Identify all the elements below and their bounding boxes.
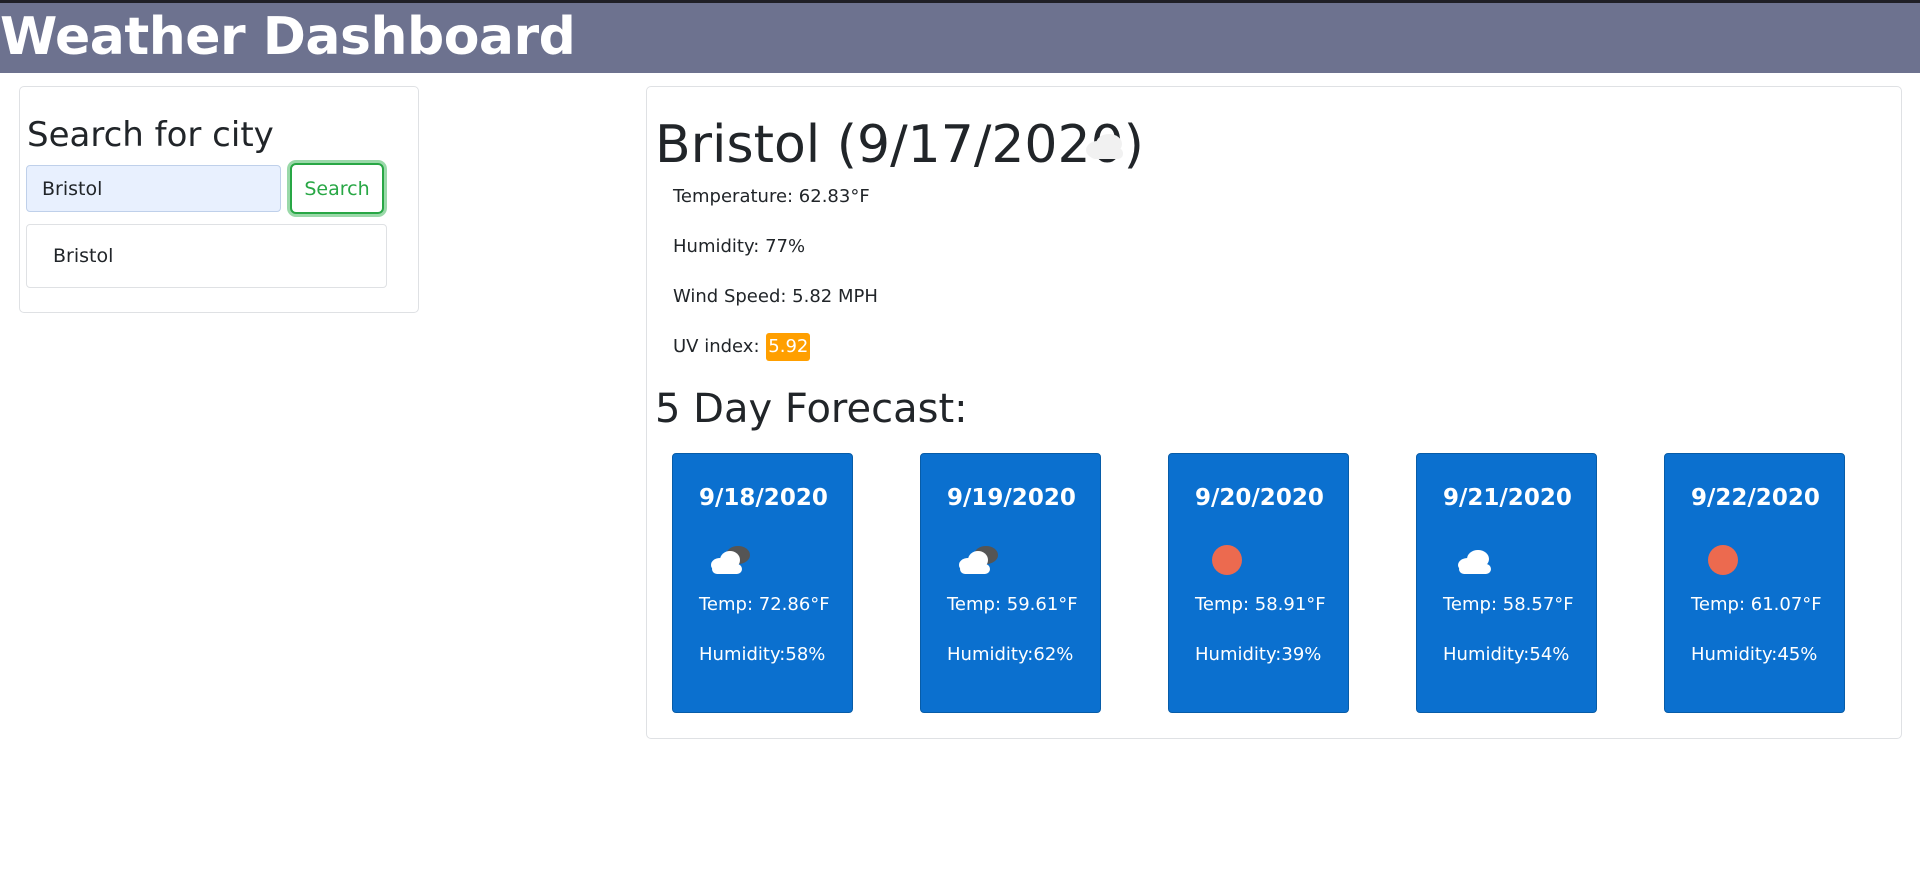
forecast-card: 9/19/2020 Temp: 59.61°F Humidity:62% bbox=[920, 453, 1101, 713]
city-search-input[interactable] bbox=[26, 165, 281, 212]
forecast-card: 9/18/2020 Temp: 72.86°F Humidity:58% bbox=[672, 453, 853, 713]
humidity-text: Humidity: 77% bbox=[673, 236, 806, 257]
sun-icon bbox=[1708, 545, 1738, 575]
forecast-temp: Temp: 59.61°F bbox=[947, 594, 1078, 615]
uv-index-row: UV index: 5.92 bbox=[673, 333, 811, 361]
temperature-text: Temperature: 62.83°F bbox=[673, 186, 870, 207]
cloud-icon bbox=[1086, 134, 1123, 159]
search-history-item[interactable]: Bristol bbox=[26, 224, 387, 288]
forecast-card: 9/20/2020 Temp: 58.91°F Humidity:39% bbox=[1168, 453, 1349, 713]
forecast-heading: 5 Day Forecast: bbox=[655, 386, 968, 432]
sun-icon bbox=[1212, 545, 1242, 575]
search-panel: Search for city Search Bristol bbox=[19, 86, 419, 313]
current-weather-panel: Bristol (9/17/2020) Temperature: 62.83°F… bbox=[646, 86, 1902, 739]
forecast-temp: Temp: 61.07°F bbox=[1691, 594, 1822, 615]
forecast-temp: Temp: 58.57°F bbox=[1443, 594, 1574, 615]
app-header: Weather Dashboard bbox=[0, 0, 1920, 73]
forecast-temp: Temp: 72.86°F bbox=[699, 594, 830, 615]
forecast-temp: Temp: 58.91°F bbox=[1195, 594, 1326, 615]
forecast-date: 9/21/2020 bbox=[1443, 485, 1572, 511]
forecast-humidity: Humidity:39% bbox=[1195, 644, 1322, 665]
search-heading: Search for city bbox=[27, 115, 274, 155]
search-button[interactable]: Search bbox=[290, 163, 384, 214]
uv-index-label: UV index: bbox=[673, 336, 760, 357]
uv-index-badge: 5.92 bbox=[766, 333, 811, 361]
forecast-date: 9/22/2020 bbox=[1691, 485, 1820, 511]
forecast-date: 9/20/2020 bbox=[1195, 485, 1324, 511]
wind-speed-text: Wind Speed: 5.82 MPH bbox=[673, 286, 878, 307]
partly-cloudy-icon bbox=[959, 546, 998, 574]
app-title: Weather Dashboard bbox=[0, 7, 576, 67]
forecast-card: 9/21/2020 Temp: 58.57°F Humidity:54% bbox=[1416, 453, 1597, 713]
forecast-humidity: Humidity:45% bbox=[1691, 644, 1818, 665]
forecast-date: 9/19/2020 bbox=[947, 485, 1076, 511]
forecast-humidity: Humidity:62% bbox=[947, 644, 1074, 665]
partly-cloudy-icon bbox=[711, 546, 750, 574]
forecast-humidity: Humidity:54% bbox=[1443, 644, 1570, 665]
forecast-card: 9/22/2020 Temp: 61.07°F Humidity:45% bbox=[1664, 453, 1845, 713]
forecast-humidity: Humidity:58% bbox=[699, 644, 826, 665]
forecast-date: 9/18/2020 bbox=[699, 485, 828, 511]
current-city-title: Bristol (9/17/2020) bbox=[655, 115, 1144, 175]
cloud-icon bbox=[1458, 550, 1491, 574]
